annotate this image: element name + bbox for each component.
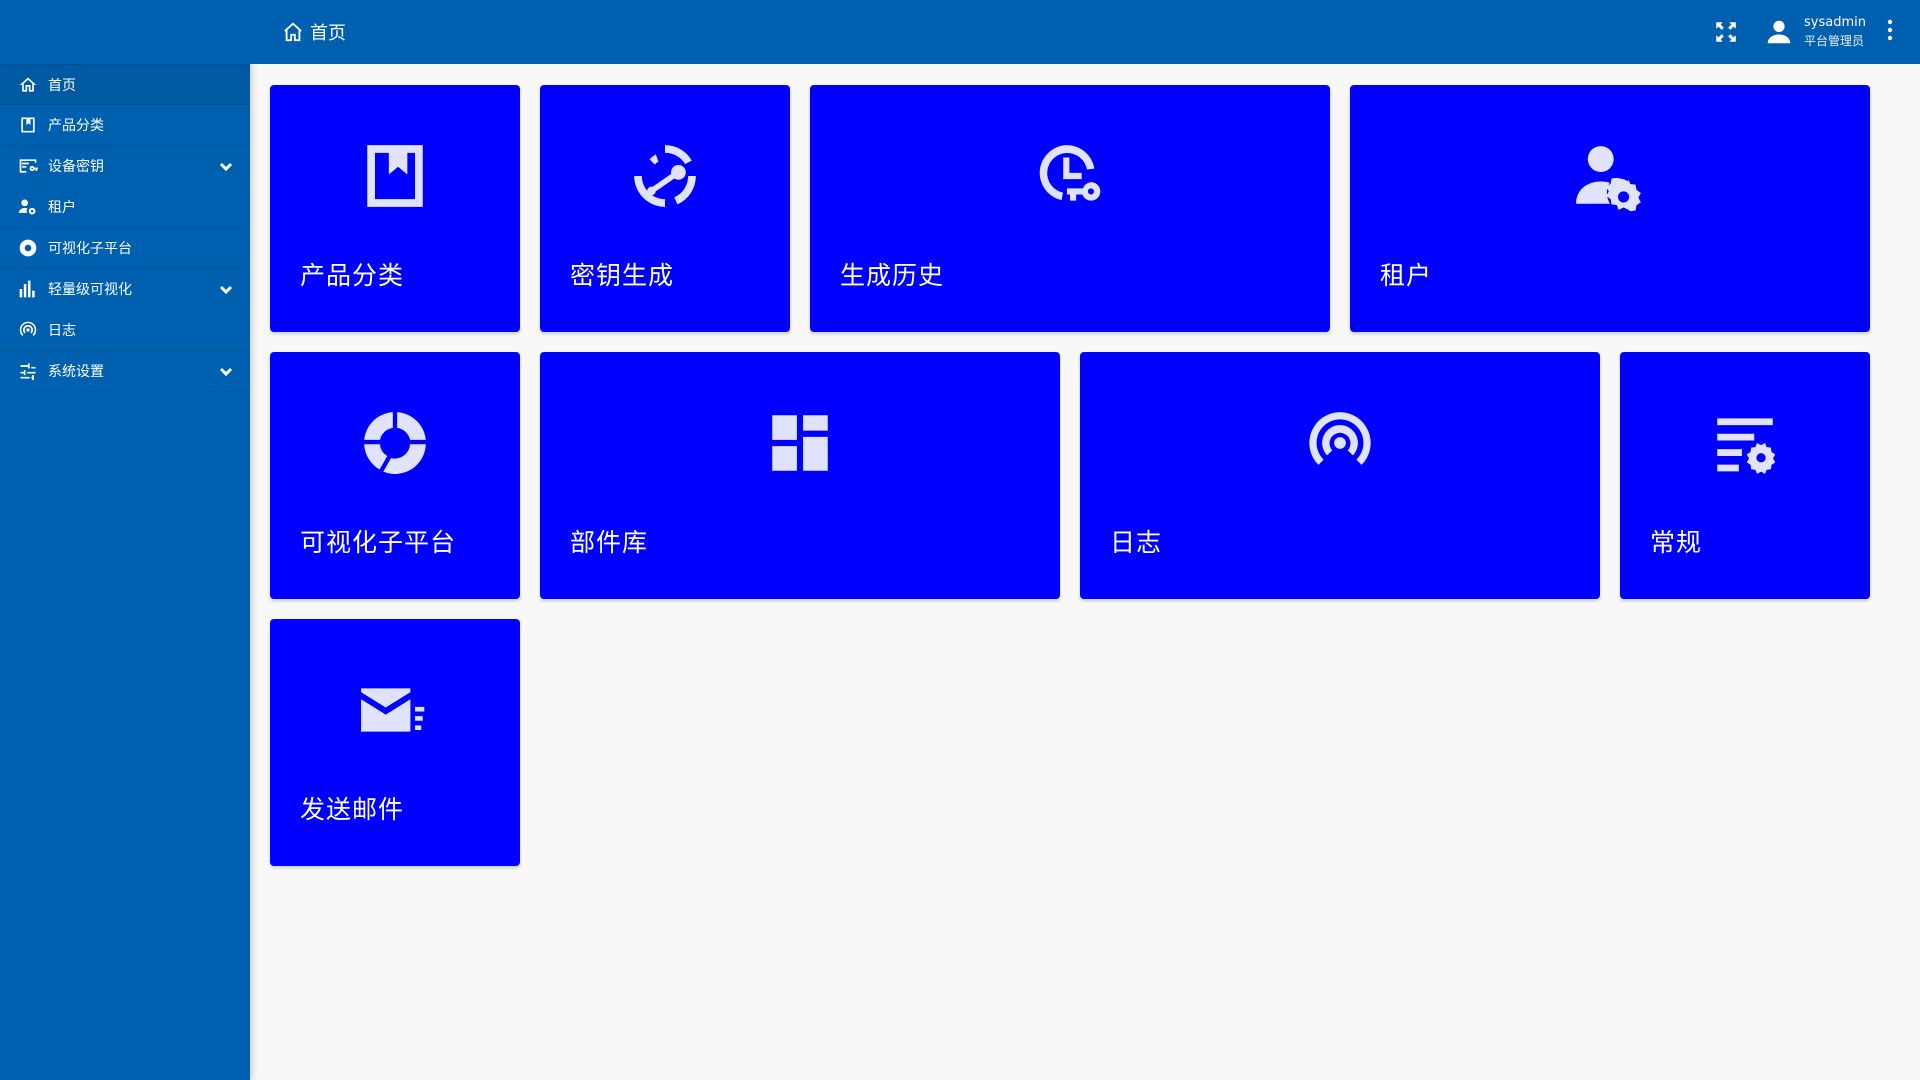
- account-cog-icon: [1350, 139, 1870, 213]
- sidebar-item-log[interactable]: 日志: [0, 310, 250, 351]
- broadcast-icon: [1080, 406, 1600, 480]
- sidebar-item-label: 设备密钥: [48, 159, 104, 175]
- tile-label: 生成历史: [840, 261, 945, 290]
- sidebar-item-label: 可视化子平台: [48, 241, 132, 257]
- tile-general[interactable]: 常规: [1620, 352, 1870, 599]
- tenant-icon: [18, 197, 38, 217]
- tile-label: 可视化子平台: [300, 528, 457, 557]
- tile-generate-history[interactable]: 生成历史: [810, 85, 1330, 332]
- home-dashboard: 产品分类 密钥生成 生成历史 租户 可视化子平台 部件库 日志 常规 发送邮件: [250, 64, 1920, 1080]
- sidebar-logo-area: [0, 0, 250, 64]
- tile-label: 产品分类: [300, 261, 405, 290]
- broadcast-icon: [18, 320, 38, 340]
- chevron-down-icon[interactable]: [218, 281, 234, 297]
- text-settings-icon: [1620, 406, 1870, 480]
- email-send-icon: [270, 673, 520, 747]
- bookmark-box-icon: [18, 115, 38, 135]
- tile-send-email[interactable]: 发送邮件: [270, 619, 520, 866]
- top-app-bar: 首页 sysadmin 平台管理员: [250, 0, 1920, 64]
- tile-key-generate[interactable]: 密钥生成: [540, 85, 790, 332]
- sidebar-item-visual-subplatform[interactable]: 可视化子平台: [0, 228, 250, 269]
- tile-label: 发送邮件: [300, 795, 405, 824]
- device-key-icon: [18, 156, 38, 176]
- sidebar: 首页 产品分类 设备密钥 租户 可视化子平台 轻量级可视化 日志 系统设置: [0, 0, 250, 1080]
- chevron-down-icon[interactable]: [218, 158, 234, 174]
- tile-log[interactable]: 日志: [1080, 352, 1600, 599]
- donut-icon: [270, 406, 520, 480]
- sidebar-item-tenant[interactable]: 租户: [0, 187, 250, 228]
- tile-label: 密钥生成: [570, 261, 675, 290]
- chevron-down-icon[interactable]: [218, 363, 234, 379]
- tile-label: 常规: [1650, 528, 1703, 557]
- sidebar-item-label: 租户: [48, 200, 76, 216]
- donut-icon: [18, 238, 38, 258]
- sidebar-item-product-category[interactable]: 产品分类: [0, 105, 250, 146]
- sidebar-item-label: 轻量级可视化: [48, 282, 132, 298]
- tile-label: 日志: [1110, 528, 1163, 557]
- tile-visual-subplatform[interactable]: 可视化子平台: [270, 352, 520, 599]
- tile-label: 租户: [1380, 261, 1433, 290]
- tile-product-category[interactable]: 产品分类: [270, 85, 520, 332]
- sidebar-item-system-settings[interactable]: 系统设置: [0, 351, 250, 392]
- breadcrumb[interactable]: 首页: [282, 19, 346, 45]
- user-info: sysadmin 平台管理员: [1804, 14, 1866, 50]
- fullscreen-icon[interactable]: [1706, 12, 1746, 52]
- header-actions: sysadmin 平台管理员: [1706, 12, 1900, 52]
- tune-icon: [18, 361, 38, 381]
- sidebar-item-label: 产品分类: [48, 118, 104, 134]
- widgets-icon: [540, 406, 1060, 480]
- home-icon: [18, 75, 38, 95]
- more-vertical-icon[interactable]: [1880, 17, 1900, 47]
- breadcrumb-label: 首页: [310, 23, 346, 44]
- bar-chart-icon: [18, 279, 38, 299]
- home-icon: [282, 21, 304, 43]
- sidebar-item-label: 首页: [48, 77, 76, 94]
- clock-key-icon: [810, 139, 1330, 213]
- sidebar-item-label: 系统设置: [48, 364, 104, 380]
- sidebar-item-home[interactable]: 首页: [0, 64, 250, 105]
- sidebar-item-label: 日志: [48, 323, 76, 339]
- sidebar-item-device-key[interactable]: 设备密钥: [0, 146, 250, 187]
- tile-tenant[interactable]: 租户: [1350, 85, 1870, 332]
- tile-widget-library[interactable]: 部件库: [540, 352, 1060, 599]
- sidebar-item-lightweight-visual[interactable]: 轻量级可视化: [0, 269, 250, 310]
- tile-label: 部件库: [570, 528, 649, 557]
- account-icon: [1762, 15, 1796, 49]
- user-role: 平台管理员: [1804, 34, 1865, 48]
- bookmark-box-icon: [270, 139, 520, 213]
- user-name: sysadmin: [1804, 15, 1866, 30]
- key-refresh-icon: [540, 139, 790, 213]
- user-menu[interactable]: sysadmin 平台管理员: [1762, 14, 1866, 50]
